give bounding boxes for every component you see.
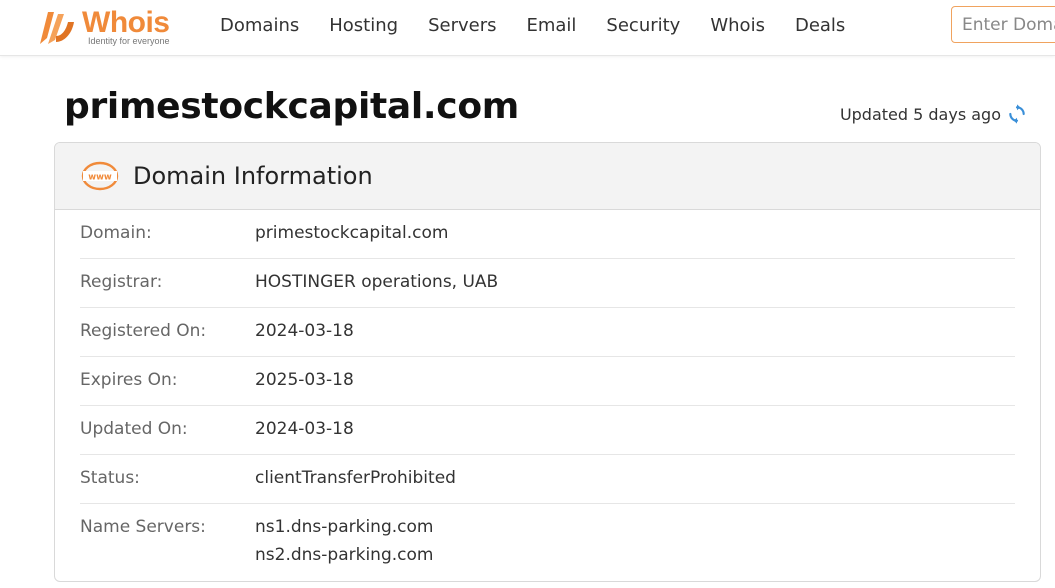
row-label: Status:: [80, 468, 140, 488]
row-label: Registered On:: [80, 321, 207, 341]
row-label: Registrar:: [80, 272, 163, 292]
brand-tagline: Identity for everyone: [88, 36, 170, 46]
row-label: Updated On:: [80, 419, 188, 439]
row-value: 2024-03-18: [255, 419, 354, 439]
nav-deals[interactable]: Deals: [795, 15, 845, 36]
info-row-updated-on: Updated On: 2024-03-18: [80, 406, 1015, 455]
domain-info-card: www Domain Information Domain: primestoc…: [54, 142, 1041, 582]
card-title: Domain Information: [133, 162, 373, 190]
name-server: ns1.dns-parking.com: [255, 517, 434, 537]
nav-servers[interactable]: Servers: [428, 15, 496, 36]
updated-text: Updated 5 days ago: [839, 104, 1001, 124]
domain-search-input[interactable]: [951, 6, 1055, 43]
card-header: www Domain Information: [55, 143, 1040, 210]
row-label: Expires On:: [80, 370, 178, 390]
nav-whois[interactable]: Whois: [710, 15, 765, 36]
name-server: ns2.dns-parking.com: [255, 545, 434, 565]
row-value: primestockcapital.com: [255, 223, 449, 243]
svg-text:www: www: [88, 173, 112, 183]
info-row-registered-on: Registered On: 2024-03-18: [80, 308, 1015, 357]
info-row-registrar: Registrar: HOSTINGER operations, UAB: [80, 259, 1015, 308]
main-nav: Domains Hosting Servers Email Security W…: [220, 0, 875, 50]
www-icon: www: [81, 161, 119, 191]
info-row-status: Status: clientTransferProhibited: [80, 455, 1015, 504]
nav-email[interactable]: Email: [526, 15, 576, 36]
page-title: primestockcapital.com: [64, 86, 519, 127]
row-value: HOSTINGER operations, UAB: [255, 272, 499, 292]
nav-hosting[interactable]: Hosting: [329, 15, 398, 36]
refresh-icon[interactable]: [1007, 104, 1027, 124]
row-value: 2024-03-18: [255, 321, 354, 341]
row-value-list: ns1.dns-parking.com ns2.dns-parking.com: [255, 513, 433, 569]
whois-logo-icon: [40, 12, 74, 44]
info-row-domain: Domain: primestockcapital.com: [80, 210, 1015, 259]
row-value: clientTransferProhibited: [255, 468, 456, 488]
row-value: 2025-03-18: [255, 370, 354, 390]
info-row-expires-on: Expires On: 2025-03-18: [80, 357, 1015, 406]
info-row-name-servers: Name Servers: ns1.dns-parking.com ns2.dn…: [80, 504, 1015, 569]
updated-status: Updated 5 days ago: [840, 104, 1027, 124]
brand-name: Whois: [82, 6, 170, 39]
row-label: Domain:: [80, 223, 152, 243]
info-rows: Domain: primestockcapital.com Registrar:…: [55, 210, 1040, 569]
nav-domains[interactable]: Domains: [220, 15, 299, 36]
row-label: Name Servers:: [80, 517, 206, 537]
top-navbar: Whois Identity for everyone Domains Host…: [0, 0, 1055, 56]
whois-logo[interactable]: Whois Identity for everyone: [34, 6, 194, 50]
nav-security[interactable]: Security: [606, 15, 680, 36]
